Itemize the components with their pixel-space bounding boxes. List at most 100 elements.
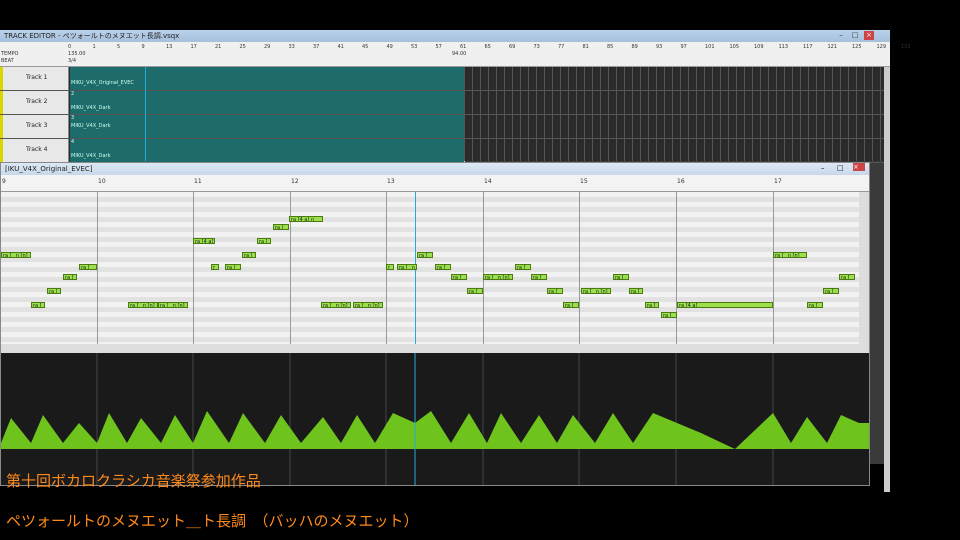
note[interactable]: ra [ bbox=[629, 288, 643, 294]
note[interactable]: ra [ bbox=[613, 274, 629, 280]
note[interactable]: ra [ bbox=[31, 302, 45, 308]
track-header[interactable]: Track 3 bbox=[0, 115, 69, 138]
note[interactable]: ra [ bbox=[47, 288, 61, 294]
measure-number: 113 bbox=[778, 44, 789, 50]
note[interactable]: ra [_ n [n] bbox=[773, 252, 807, 258]
maximize-icon[interactable]: □ bbox=[837, 164, 844, 172]
close-icon[interactable]: × bbox=[853, 163, 865, 171]
note[interactable]: ra [ bbox=[242, 252, 256, 258]
piano-roll-grid[interactable]: ra [_ n [n] ra [ ra [ ra [ ra [_ ra [_ n… bbox=[1, 192, 859, 344]
track-color bbox=[0, 139, 3, 162]
singer-label: MIKU_V4X_Original_EVEC bbox=[71, 80, 134, 86]
bar-line bbox=[97, 192, 98, 344]
measure-number: 121 bbox=[827, 44, 838, 50]
note[interactable]: ra [ bbox=[531, 274, 547, 280]
note[interactable]: ra [_ bbox=[79, 264, 97, 270]
note[interactable]: ra [_ n [n] bbox=[128, 302, 158, 308]
note[interactable]: ra [_ n [n] bbox=[397, 264, 417, 270]
note[interactable]: ra [ bbox=[563, 302, 579, 308]
note[interactable]: ra [_ n [n] bbox=[581, 288, 611, 294]
editor-ruler[interactable]: 9 10 11 12 13 14 15 16 17 bbox=[1, 175, 869, 192]
measure-number: 53 bbox=[411, 44, 418, 50]
measure-number: 133 bbox=[901, 44, 911, 50]
bar-line bbox=[483, 192, 484, 344]
note[interactable]: ra [ bbox=[435, 264, 451, 270]
note[interactable]: ra [ bbox=[645, 302, 659, 308]
note[interactable]: ra [_ bbox=[661, 312, 677, 318]
note[interactable]: ra [ bbox=[807, 302, 823, 308]
note[interactable]: ra [_ bbox=[225, 264, 241, 270]
track-part[interactable]: 2 MIKU_V4X_Dark bbox=[70, 91, 465, 114]
measure-number: 17 bbox=[190, 44, 197, 50]
note[interactable]: ra [_ n [n] bbox=[321, 302, 351, 308]
roll-hscrollbar[interactable] bbox=[1, 344, 869, 353]
tempo-start: 135.00 bbox=[68, 51, 86, 57]
track-header[interactable]: Track 4 bbox=[0, 139, 69, 162]
note[interactable]: ra [ bbox=[63, 274, 77, 280]
note[interactable]: ra [ bbox=[451, 274, 467, 280]
part-index: 2 bbox=[71, 91, 75, 97]
note[interactable]: ra [4 a] bbox=[193, 238, 215, 244]
measure-number: 9 bbox=[141, 44, 145, 50]
note[interactable]: ra [ bbox=[547, 288, 563, 294]
note[interactable]: ra [_ n [n] bbox=[483, 274, 513, 280]
measure-number: 61 bbox=[460, 44, 467, 50]
beat-value: 3/4 bbox=[68, 58, 77, 64]
track-ruler[interactable]: TEMPO BEAT 135.00 94.00 3/4 0 1 5 9 13 17 21 25… bbox=[0, 42, 911, 67]
caption-line-2: ペツォールトのメヌエット＿ト長調 （バッハのメヌエット） bbox=[6, 512, 419, 530]
maximize-icon[interactable]: □ bbox=[850, 31, 860, 40]
note[interactable]: ra [ bbox=[823, 288, 839, 294]
close-icon[interactable]: × bbox=[864, 31, 874, 40]
track-header[interactable]: Track 1 bbox=[0, 67, 69, 90]
measure-label: 16 bbox=[677, 178, 685, 185]
measure-number: 37 bbox=[313, 44, 320, 50]
note[interactable]: ra [4 a] bbox=[677, 302, 773, 308]
measure-number: 57 bbox=[435, 44, 442, 50]
bar-line bbox=[773, 192, 774, 344]
track-header[interactable]: Track 2 bbox=[0, 91, 69, 114]
measure-number: 77 bbox=[558, 44, 565, 50]
measure-number: 13 bbox=[166, 44, 173, 50]
track-part[interactable]: 4 MIKU_V4X_Dark bbox=[70, 139, 465, 162]
note[interactable]: ra [ bbox=[257, 238, 271, 244]
measure-label: 13 bbox=[387, 178, 395, 185]
note[interactable]: ra [_ n [n] bbox=[353, 302, 383, 308]
roll-vscrollbar[interactable] bbox=[859, 192, 869, 344]
note[interactable]: r bbox=[211, 264, 219, 270]
measure-number: 73 bbox=[533, 44, 540, 50]
measure-number: 69 bbox=[509, 44, 516, 50]
note[interactable]: ra [ bbox=[839, 274, 855, 280]
note[interactable]: r bbox=[386, 264, 394, 270]
editor-title: [IKU_V4X_Original_EVEC] bbox=[5, 165, 93, 173]
measure-number: 0 bbox=[68, 44, 72, 50]
track-part[interactable]: 3 MIKU_V4X_Dark bbox=[70, 115, 465, 138]
note[interactable]: ra [4 a] n bbox=[289, 216, 323, 222]
editor-titlebar: [IKU_V4X_Original_EVEC] – □ × bbox=[1, 163, 869, 175]
minimize-icon[interactable]: – bbox=[821, 164, 825, 172]
tempo-end: 94.00 bbox=[452, 51, 467, 57]
piano-roll-editor: [IKU_V4X_Original_EVEC] – □ × 9 10 11 12… bbox=[0, 162, 870, 486]
empty-track-grid[interactable] bbox=[464, 67, 884, 161]
measure-label: 12 bbox=[291, 178, 299, 185]
measure-number: 125 bbox=[852, 44, 862, 50]
measure-number: 117 bbox=[803, 44, 813, 50]
track-vscrollbar[interactable] bbox=[884, 67, 890, 492]
singer-label: MIKU_V4X_Dark bbox=[71, 123, 111, 129]
playback-cursor[interactable] bbox=[145, 67, 146, 161]
measure-number: 45 bbox=[362, 44, 369, 50]
measure-number: 65 bbox=[484, 44, 491, 50]
track-part[interactable]: MIKU_V4X_Original_EVEC bbox=[70, 67, 465, 90]
note[interactable]: ra [ bbox=[515, 264, 531, 270]
minimize-icon[interactable]: – bbox=[836, 31, 846, 40]
measure-number: 41 bbox=[337, 44, 344, 50]
measure-number: 93 bbox=[656, 44, 663, 50]
note[interactable]: ra [_ n [n] bbox=[1, 252, 31, 258]
control-track[interactable] bbox=[1, 353, 869, 485]
measure-number: 89 bbox=[631, 44, 638, 50]
tempo-label: TEMPO bbox=[1, 51, 19, 57]
note[interactable]: ra [_ bbox=[273, 224, 289, 230]
note[interactable]: ra [ bbox=[417, 252, 433, 258]
bar-line bbox=[290, 192, 291, 344]
note[interactable]: ra [_ n [n] bbox=[158, 302, 188, 308]
note[interactable]: ra [ bbox=[467, 288, 483, 294]
